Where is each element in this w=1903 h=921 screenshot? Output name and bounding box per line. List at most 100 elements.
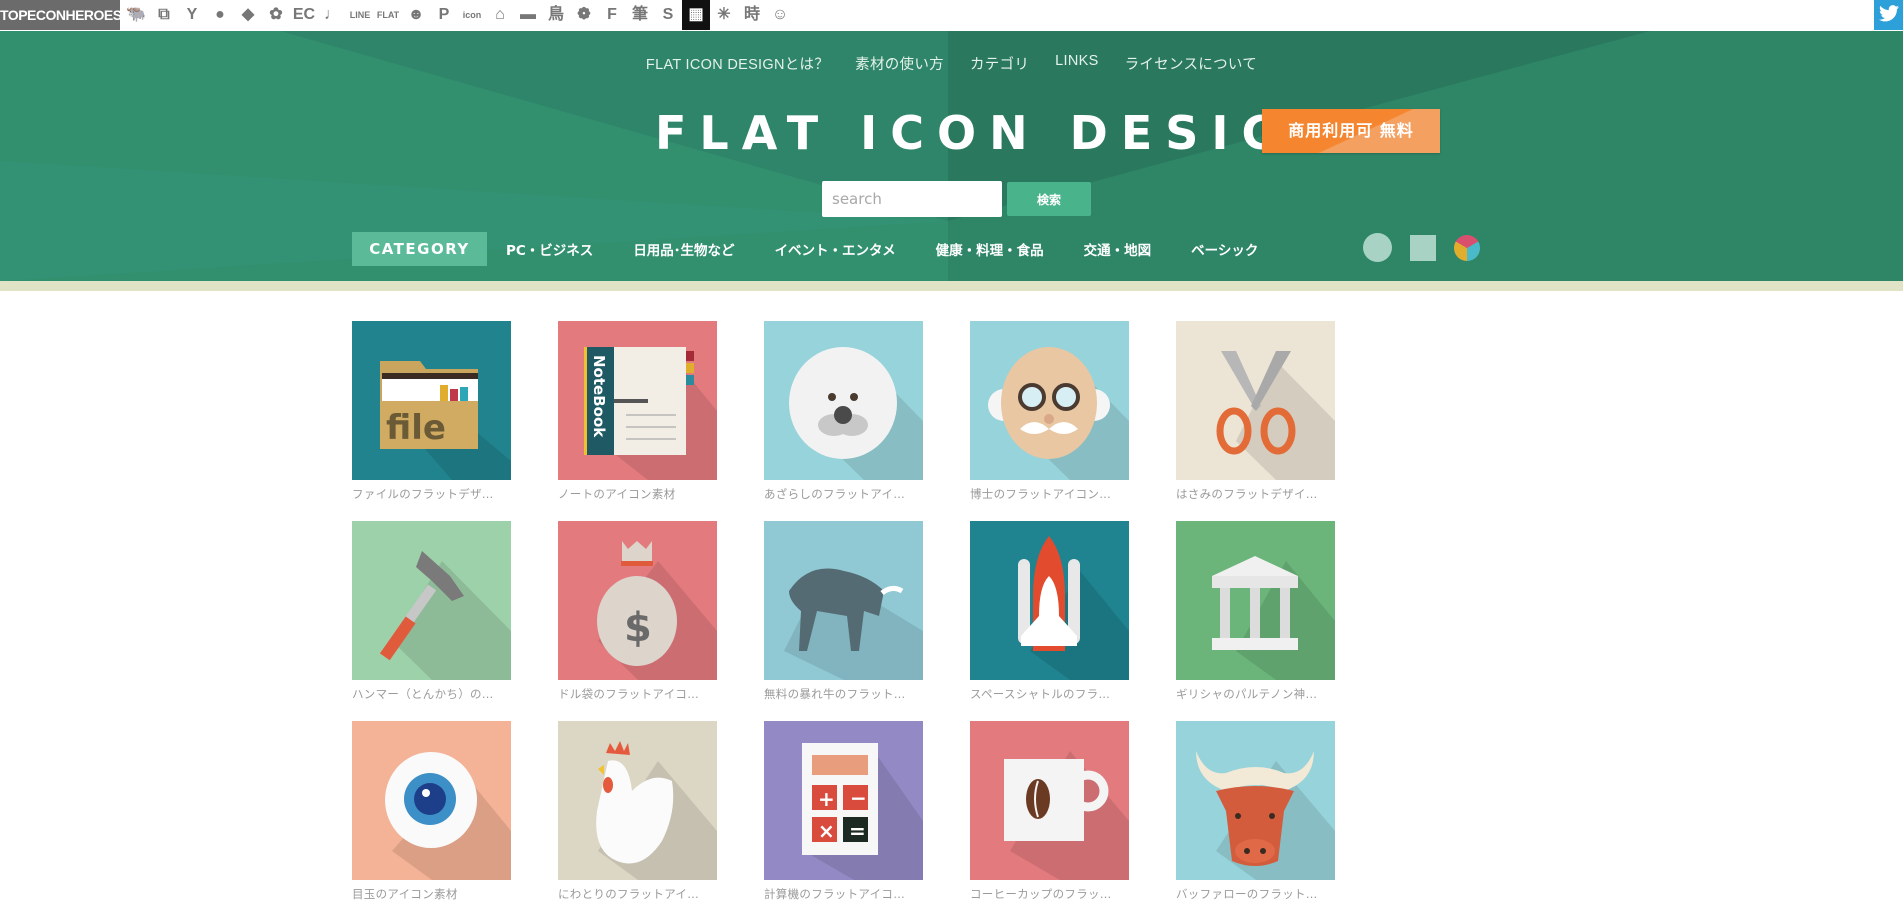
- icon-card-calculator[interactable]: + − × = 計算機のフラットアイコ…: [764, 721, 923, 921]
- eyeball-icon[interactable]: [352, 721, 511, 880]
- grid-icon[interactable]: ▦: [682, 0, 710, 30]
- icon-caption[interactable]: ドル袋のフラットアイコ…: [558, 686, 717, 702]
- icon-card-folder-file[interactable]: file ファイルのフラットデザ…: [352, 321, 511, 521]
- category-events[interactable]: イベント・エンタメ: [775, 239, 896, 259]
- chicken-icon[interactable]: [558, 721, 717, 880]
- nav-category[interactable]: カテゴリ: [970, 53, 1029, 74]
- s-logo-icon[interactable]: S: [654, 0, 682, 30]
- icon-caption[interactable]: ノートのアイコン素材: [558, 486, 717, 502]
- icon-card-eyeball[interactable]: 目玉のアイコン素材: [352, 721, 511, 921]
- icon-caption[interactable]: ファイルのフラットデザ…: [352, 486, 511, 502]
- seal-icon[interactable]: [764, 321, 923, 480]
- chicken-illustration: [596, 741, 717, 880]
- line-icon[interactable]: LINE: [346, 0, 374, 30]
- money-bag-icon[interactable]: $: [558, 521, 717, 680]
- icon-card-professor[interactable]: 博士のフラットアイコン…: [970, 321, 1129, 521]
- topeconheroes-logo[interactable]: TOPECONHEROES: [0, 0, 122, 30]
- icon-caption[interactable]: あざらしのフラットアイ…: [764, 486, 923, 502]
- category-pc-business[interactable]: PC・ビジネス: [506, 239, 593, 259]
- svg-text:$: $: [624, 605, 652, 651]
- top-network-bar: TOPECONHEROES 🐃 ⧉ Y ● ◆ ✿ EC ♩ LINE FLAT ☻ Picon ⌂ ▬ 鳥…: [0, 0, 1903, 31]
- category-transport-map[interactable]: 交通・地図: [1084, 239, 1152, 259]
- coffee-cup-icon[interactable]: [970, 721, 1129, 880]
- buffalo-icon[interactable]: [1176, 721, 1335, 880]
- icon-caption[interactable]: にわとりのフラットアイ…: [558, 886, 717, 902]
- person-cheer-icon[interactable]: Y: [178, 0, 206, 30]
- icon-caption[interactable]: バッファローのフラット…: [1176, 886, 1335, 902]
- icon-card-money-bag[interactable]: $ ドル袋のフラットアイコ…: [558, 521, 717, 721]
- flat-icon[interactable]: FLAT: [374, 0, 402, 30]
- bull-icon[interactable]: [764, 521, 923, 680]
- icon-on-icon[interactable]: icon: [458, 0, 486, 30]
- icon-caption[interactable]: 博士のフラットアイコン…: [970, 486, 1129, 502]
- icon-card-coffee-cup[interactable]: コーヒーカップのフラッ…: [970, 721, 1129, 921]
- smiley-icon[interactable]: ☻: [402, 0, 430, 30]
- category-daily-goods[interactable]: 日用品･生物など: [633, 239, 734, 259]
- search-input[interactable]: [822, 181, 1002, 217]
- category-health-food[interactable]: 健康・料理・食品: [936, 239, 1044, 259]
- music-note-icon[interactable]: ♩: [318, 0, 346, 30]
- icon-caption[interactable]: はさみのフラットデザイ…: [1176, 486, 1335, 502]
- category-basic[interactable]: ベーシック: [1191, 239, 1258, 259]
- nav-license[interactable]: ライセンスについて: [1125, 53, 1257, 74]
- ec-icon[interactable]: EC: [290, 0, 318, 30]
- icon-card-parthenon[interactable]: ギリシャのパルテノン神…: [1176, 521, 1335, 721]
- scissors-icon[interactable]: [1176, 321, 1335, 480]
- sofa-icon[interactable]: ▬: [514, 0, 542, 30]
- f-logo-icon[interactable]: F: [598, 0, 626, 30]
- brush-kanji-icon[interactable]: 筆: [626, 0, 654, 30]
- square-filter-button[interactable]: [1410, 234, 1436, 261]
- pattern-circle-icon[interactable]: ❁: [570, 0, 598, 30]
- icon-caption[interactable]: スペースシャトルのフラ…: [970, 686, 1129, 702]
- building-icon[interactable]: ⌂: [486, 0, 514, 30]
- p-icon[interactable]: P: [430, 0, 458, 30]
- professor-illustration: [988, 347, 1129, 480]
- folder-file-icon[interactable]: file: [352, 321, 511, 480]
- twitter-button[interactable]: [1874, 0, 1903, 30]
- icon-caption[interactable]: 計算機のフラットアイコ…: [764, 886, 923, 902]
- icon-card-bull[interactable]: 無料の暴れ牛のフラット…: [764, 521, 923, 721]
- icon-caption[interactable]: 目玉のアイコン素材: [352, 886, 511, 902]
- nav-about[interactable]: FLAT ICON DESIGNとは？: [646, 53, 829, 74]
- space-shuttle-icon[interactable]: [970, 521, 1129, 680]
- search-button[interactable]: 検索: [1007, 182, 1091, 216]
- money-bag-illustration: $: [597, 541, 717, 680]
- site-title[interactable]: FLAT ICON DESIGN: [655, 108, 1344, 158]
- animal-silhouette-icon[interactable]: 🐃: [122, 0, 150, 30]
- folder-file-illustration: file: [380, 361, 511, 480]
- speech-bubble-icon[interactable]: ●: [206, 0, 234, 30]
- icon-card-hammer[interactable]: ハンマー（とんかち）の…: [352, 521, 511, 721]
- nav-usage[interactable]: 素材の使い方: [855, 53, 944, 74]
- hammer-icon[interactable]: [352, 521, 511, 680]
- face-icon[interactable]: ☺: [766, 0, 794, 30]
- calculator-illustration: + − × =: [802, 743, 923, 880]
- icon-card-notebook[interactable]: NoteBook ノートのアイコン素材: [558, 321, 717, 521]
- icon-card-scissors[interactable]: はさみのフラットデザイ…: [1176, 321, 1335, 521]
- burst-icon[interactable]: ✳: [710, 0, 738, 30]
- network-site-icons: 🐃 ⧉ Y ● ◆ ✿ EC ♩ LINE FLAT ☻ Picon ⌂ ▬ 鳥 ❁ F 筆 S ▦ ✳ 時 ☺: [122, 0, 794, 30]
- svg-text:−: −: [850, 786, 867, 810]
- parthenon-illustration: [1212, 556, 1335, 680]
- professor-icon[interactable]: [970, 321, 1129, 480]
- parthenon-icon[interactable]: [1176, 521, 1335, 680]
- icon-card-buffalo[interactable]: バッファローのフラット…: [1176, 721, 1335, 921]
- multicolor-filter-button[interactable]: [1454, 234, 1480, 261]
- icon-caption[interactable]: 無料の暴れ牛のフラット…: [764, 686, 923, 702]
- icon-card-seal[interactable]: あざらしのフラットアイ…: [764, 321, 923, 521]
- calculator-icon[interactable]: + − × =: [764, 721, 923, 880]
- icon-card-chicken[interactable]: にわとりのフラットアイ…: [558, 721, 717, 921]
- cube-icon[interactable]: ◆: [234, 0, 262, 30]
- icon-caption[interactable]: ハンマー（とんかち）の…: [352, 686, 511, 702]
- icon-card-space-shuttle[interactable]: スペースシャトルのフラ…: [970, 521, 1129, 721]
- nav-links[interactable]: LINKS: [1055, 53, 1098, 74]
- bird-kanji-icon[interactable]: 鳥: [542, 0, 570, 30]
- notebook-icon[interactable]: NoteBook: [558, 321, 717, 480]
- svg-text:+: +: [818, 787, 835, 811]
- icon-caption[interactable]: ギリシャのパルテノン神…: [1176, 686, 1335, 702]
- icon-caption[interactable]: コーヒーカップのフラッ…: [970, 886, 1129, 902]
- flower-icon[interactable]: ✿: [262, 0, 290, 30]
- hammer-illustration: [379, 551, 511, 680]
- overlap-squares-icon[interactable]: ⧉: [150, 0, 178, 30]
- time-kanji-icon[interactable]: 時: [738, 0, 766, 30]
- circle-filter-button[interactable]: [1363, 233, 1392, 262]
